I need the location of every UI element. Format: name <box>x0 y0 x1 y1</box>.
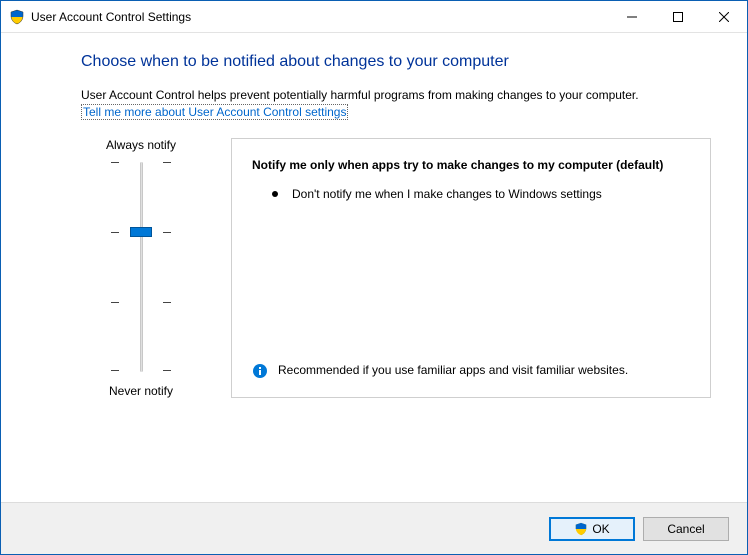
close-button[interactable] <box>701 1 747 32</box>
window-title: User Account Control Settings <box>31 10 609 24</box>
page-heading: Choose when to be notified about changes… <box>81 53 711 71</box>
panel-title: Notify me only when apps try to make cha… <box>252 157 690 174</box>
panel-bullet-text: Don't notify me when I make changes to W… <box>292 186 602 203</box>
panel-bullet: Don't notify me when I make changes to W… <box>272 186 690 203</box>
main-row: Always notify Never notify Notify me onl… <box>81 138 711 398</box>
cancel-button[interactable]: Cancel <box>643 517 729 541</box>
shield-icon <box>9 9 25 25</box>
maximize-button[interactable] <box>655 1 701 32</box>
slider-label-bottom: Never notify <box>109 384 173 398</box>
slider-thumb[interactable] <box>130 227 152 237</box>
uac-slider[interactable] <box>111 162 171 372</box>
info-panel: Notify me only when apps try to make cha… <box>231 138 711 398</box>
slider-track <box>140 162 143 372</box>
ok-button-label: OK <box>592 522 609 536</box>
page-description: User Account Control helps prevent poten… <box>81 87 711 104</box>
shield-icon <box>574 522 588 536</box>
learn-more-link[interactable]: Tell me more about User Account Control … <box>81 104 348 120</box>
cancel-button-label: Cancel <box>667 522 704 536</box>
slider-column: Always notify Never notify <box>81 138 201 398</box>
info-icon <box>252 363 268 379</box>
uac-window: User Account Control Settings Choose whe… <box>0 0 748 555</box>
window-controls <box>609 1 747 32</box>
slider-label-top: Always notify <box>106 138 176 152</box>
titlebar: User Account Control Settings <box>1 1 747 33</box>
minimize-button[interactable] <box>609 1 655 32</box>
bullet-icon <box>272 191 278 197</box>
panel-recommendation-text: Recommended if you use familiar apps and… <box>278 362 628 379</box>
panel-recommendation: Recommended if you use familiar apps and… <box>252 362 690 379</box>
ok-button[interactable]: OK <box>549 517 635 541</box>
content-area: Choose when to be notified about changes… <box>1 33 747 502</box>
footer: OK Cancel <box>1 502 747 554</box>
